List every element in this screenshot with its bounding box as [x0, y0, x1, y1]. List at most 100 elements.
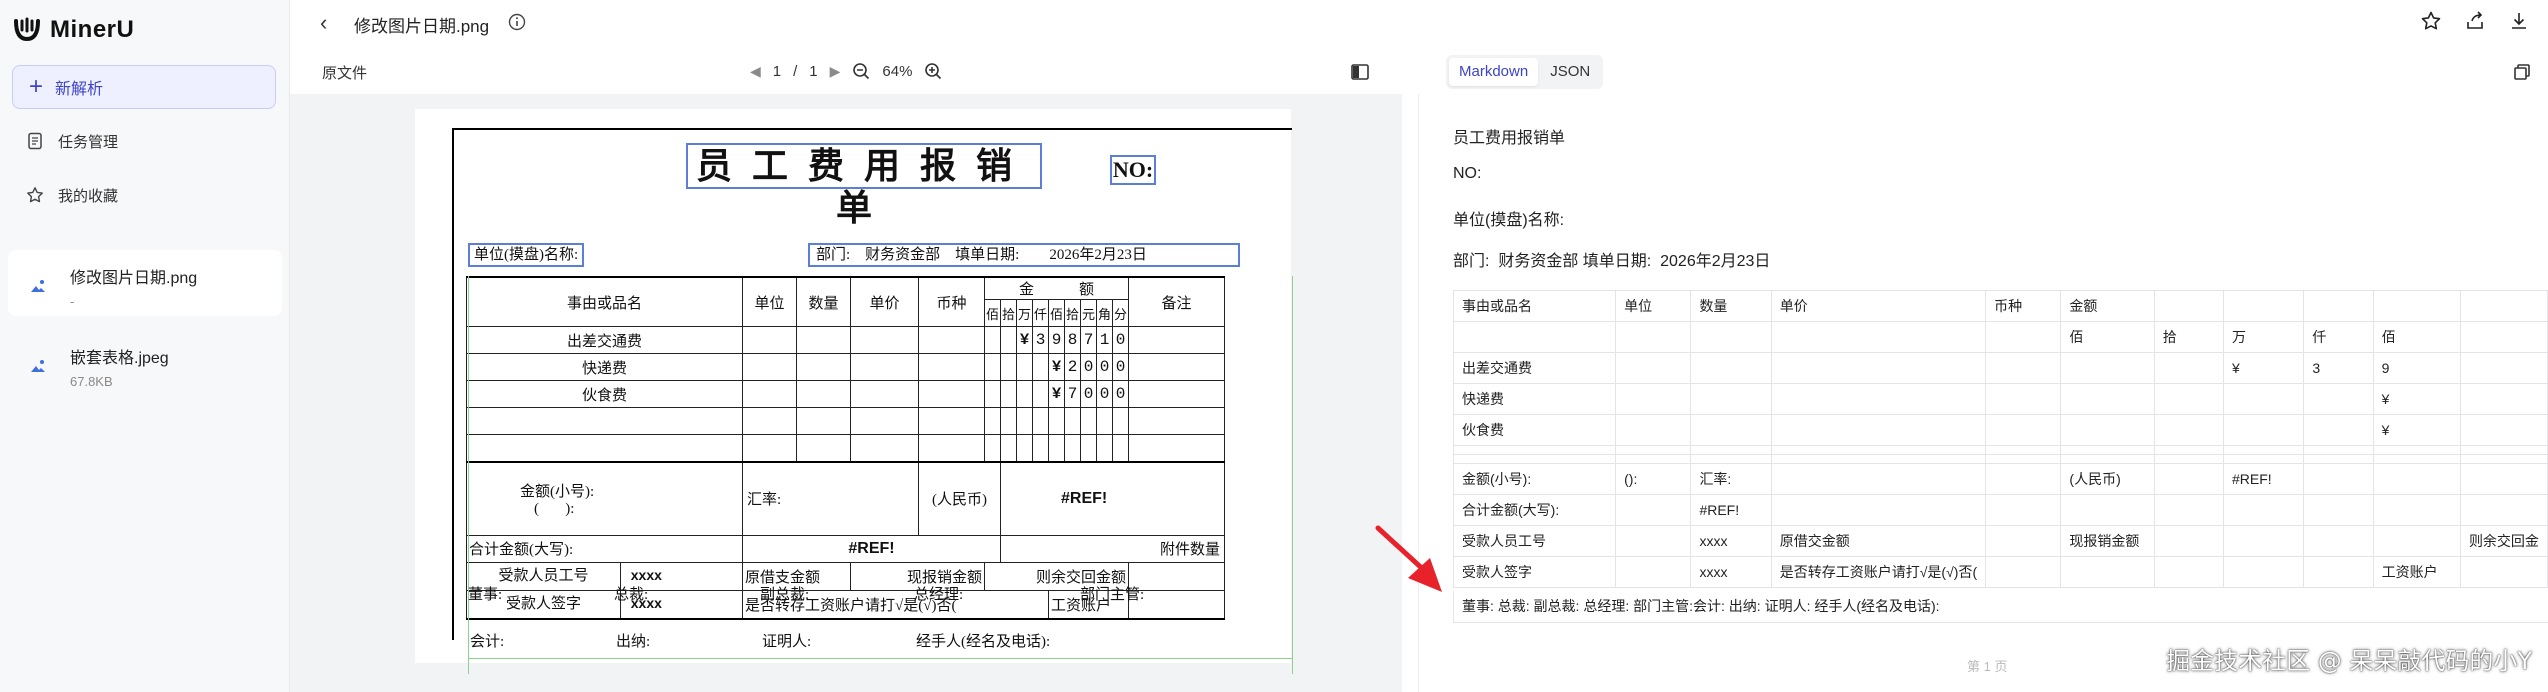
- digit-header: 元: [1080, 299, 1097, 327]
- md-table-cell: 受款人员工号: [1452, 525, 1617, 557]
- zoom-level: 64%: [882, 62, 913, 80]
- md-table-cell: 快递费: [1452, 383, 1617, 415]
- amount-small-label: 金额(小号):: [520, 483, 595, 500]
- md-table-cell: [2459, 414, 2548, 446]
- md-table-cell: [2223, 525, 2305, 557]
- layout-guide-line: [468, 658, 1292, 659]
- top-actions: [2420, 10, 2530, 32]
- page-separator: /: [793, 62, 798, 80]
- table-row: 快递费 ¥ 2 0 0 0: [466, 353, 1225, 381]
- digit-cell: 3: [1032, 326, 1049, 354]
- md-table-row: 快递费 ¥: [1452, 383, 2548, 415]
- sidebar-item-task-management[interactable]: 任务管理: [26, 126, 118, 156]
- new-parse-button[interactable]: + 新解析: [12, 65, 276, 109]
- md-table-cell: [1615, 352, 1692, 384]
- md-table-cell: 单位: [1615, 290, 1692, 322]
- download-icon[interactable]: [2508, 10, 2530, 32]
- digit-cell: 0: [1096, 380, 1113, 408]
- form-dept-line: 部门: 财务资金部 填单日期: 2026年2月23日: [808, 243, 1240, 267]
- md-table-cell: [2223, 414, 2305, 446]
- back-chevron-icon[interactable]: ‹: [320, 10, 327, 36]
- md-table-cell: [2372, 494, 2461, 526]
- md-table-cell: 受款人签字: [1452, 556, 1617, 588]
- watermark: 掘金技术社区 @ 呆呆敲代码的小Y: [2166, 647, 2532, 675]
- red-arrow-annotation: [1375, 525, 1442, 592]
- rmb-label: (人民币): [918, 461, 1001, 536]
- md-table-cell: [2459, 383, 2548, 415]
- digit-cell: ¥: [1048, 353, 1065, 381]
- md-table-cell: [1690, 414, 1772, 446]
- header-unit: 单位: [742, 276, 797, 327]
- md-table-cell: [2223, 290, 2305, 322]
- md-table-cell: xxxx: [1690, 525, 1772, 557]
- sidebar-item-favorites[interactable]: 我的收藏: [26, 180, 118, 210]
- md-table-cell: 事由或品名: [1452, 290, 1617, 322]
- md-table-cell: #REF!: [1690, 494, 1772, 526]
- result-tabs: Markdown JSON: [1446, 55, 1604, 89]
- md-table-cell: [1770, 414, 1987, 446]
- copy-icon[interactable]: [2512, 62, 2532, 82]
- source-pane-header: 原文件 ◀ 1 / 1 ▶ 64%: [290, 52, 1402, 92]
- tab-markdown[interactable]: Markdown: [1449, 58, 1539, 86]
- sign-field: 会计:: [470, 634, 505, 650]
- header-note: 备注: [1128, 276, 1225, 327]
- rate-label: 汇率:: [742, 461, 919, 536]
- table-row: 伙食费 ¥ 7 0 0 0: [466, 380, 1225, 408]
- md-table-cell: (人民币): [2060, 463, 2155, 495]
- md-table-row: 佰拾万仟佰: [1452, 321, 2548, 353]
- file-item[interactable]: 嵌套表格.jpeg 67.8KB: [8, 330, 282, 396]
- md-table-row: 受款人员工号 xxxx 原借交金额 现报销金额 则余交回金: [1452, 525, 2548, 557]
- md-table-cell: [2153, 414, 2225, 446]
- sign-field: 董事:: [468, 587, 503, 603]
- sign-field: 部门主管:: [1080, 587, 1145, 603]
- md-line: 单位(摸盘)名称:: [1453, 212, 1565, 229]
- md-footer-line: 董事: 总裁: 副总裁: 总经理: 部门主管:会计: 出纳: 证明人: 经手人(…: [1453, 591, 2548, 623]
- zoom-out-icon[interactable]: [852, 62, 870, 80]
- md-table-cell: [2153, 352, 2225, 384]
- md-table-row: 出差交通费 ¥3 9: [1452, 352, 2548, 384]
- sidebar: MinerU + 新解析 任务管理 我的收藏 修改图片日期.png - 嵌套表格…: [0, 0, 290, 692]
- row-item: 伙食费: [466, 380, 743, 408]
- sidebar-toggle-icon[interactable]: [1350, 62, 1370, 82]
- md-table-cell: [2060, 414, 2155, 446]
- prev-page-icon[interactable]: ◀: [750, 63, 761, 80]
- file-size: -: [70, 294, 75, 309]
- zoom-in-icon[interactable]: [924, 62, 942, 80]
- md-table-cell: 工资账户: [2372, 556, 2461, 588]
- next-page-icon[interactable]: ▶: [830, 63, 841, 80]
- result-pane-header: Markdown JSON: [1418, 52, 2548, 92]
- star-icon[interactable]: [2420, 10, 2442, 32]
- md-table-cell: [1770, 321, 1987, 353]
- markdown-preview[interactable]: 员工费用报销单 NO: 单位(摸盘)名称: 部门: 财务资金部 填单日期: 20…: [1418, 94, 2548, 692]
- ref-error: #REF!: [1000, 461, 1225, 536]
- app-logo[interactable]: MinerU: [12, 12, 134, 48]
- share-icon[interactable]: [2464, 10, 2486, 32]
- digit-cell: [1000, 326, 1017, 354]
- md-table-cell: 伙食费: [1452, 414, 1617, 446]
- attach-label: 附件数量: [1000, 534, 1225, 563]
- form-unit-label: 单位(摸盘)名称:: [468, 243, 585, 267]
- md-table-cell: 汇率:: [1690, 463, 1772, 495]
- form-title: 员工费用报销单: [686, 143, 1042, 228]
- ref-error: #REF!: [742, 534, 1001, 563]
- md-table-cell: [2459, 321, 2548, 353]
- info-icon[interactable]: [508, 13, 526, 31]
- source-pane[interactable]: 员工费用报销单 NO: 单位(摸盘)名称: 部门: 财务资金部 填单日期: 20…: [290, 94, 1402, 692]
- table-row: 合计金额(大写): #REF! 附件数量: [466, 534, 1225, 563]
- page-current: 1: [772, 62, 782, 80]
- md-table-cell: [2303, 383, 2374, 415]
- file-item[interactable]: 修改图片日期.png -: [8, 250, 282, 316]
- md-table-cell: 现报销金额: [2060, 525, 2155, 557]
- top-bar: ‹ 修改图片日期.png: [290, 0, 2548, 46]
- md-table-cell: [1985, 494, 2062, 526]
- sign-field: 出纳:: [616, 634, 651, 650]
- md-table-cell: [1615, 494, 1692, 526]
- header-price: 单价: [850, 276, 919, 327]
- md-table-cell: 单价: [1770, 290, 1987, 322]
- md-table-cell: [2223, 383, 2305, 415]
- tab-json[interactable]: JSON: [1540, 58, 1600, 86]
- star-icon: [27, 187, 43, 203]
- document-page: 员工费用报销单 NO: 单位(摸盘)名称: 部门: 财务资金部 填单日期: 20…: [415, 109, 1293, 674]
- md-line: NO:: [1453, 165, 1482, 182]
- sidebar-item-label: 任务管理: [58, 133, 119, 151]
